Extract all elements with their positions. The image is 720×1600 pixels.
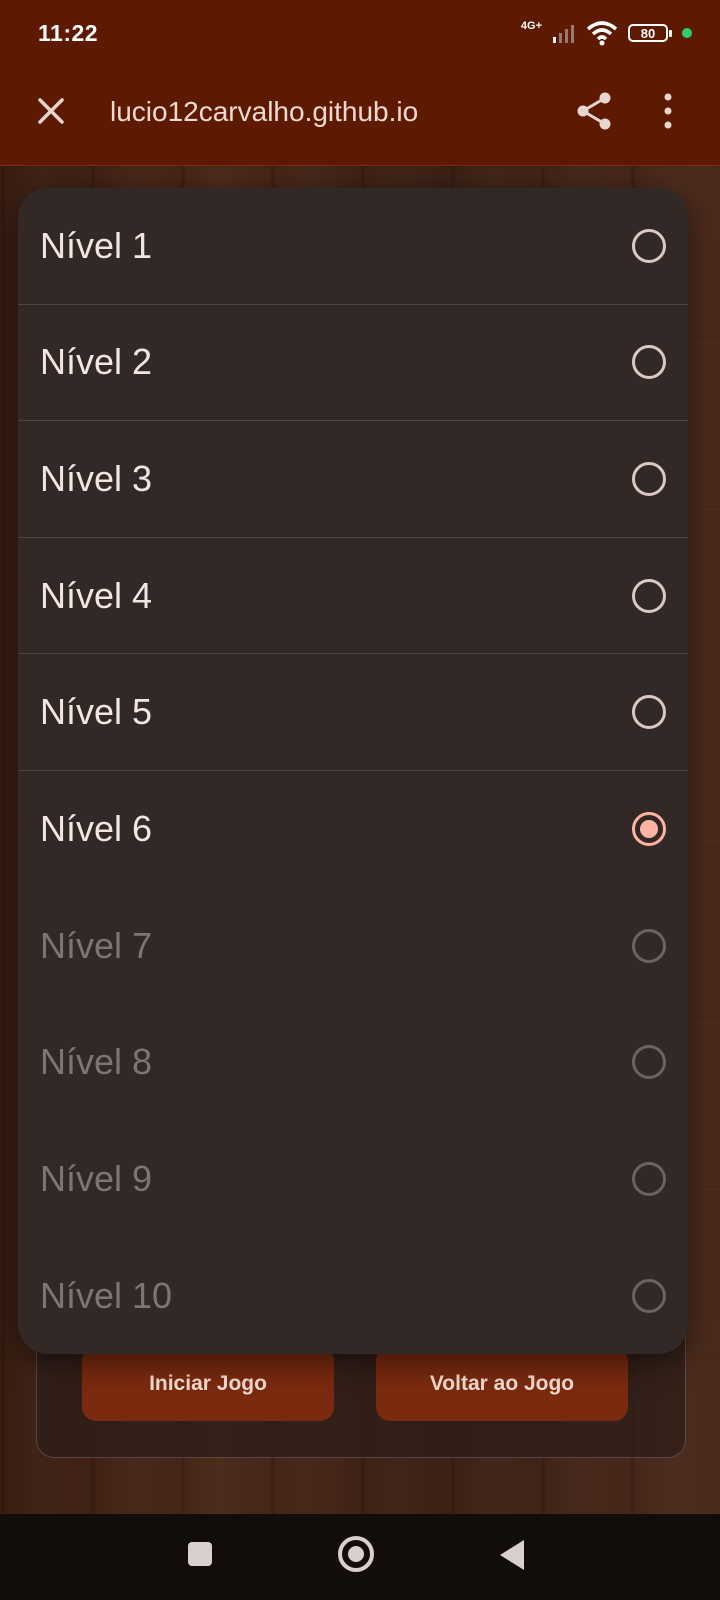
level-option-10: Nível 10 — [18, 1237, 688, 1354]
level-label: Nível 4 — [40, 574, 153, 616]
level-select-dialog: Nível 1 Nível 2 Nível 3 Nível 4 Nível 5 … — [18, 188, 688, 1354]
start-game-button[interactable]: Iniciar Jogo — [82, 1347, 334, 1421]
level-label: Nível 1 — [40, 224, 153, 266]
level-label: Nível 2 — [40, 341, 153, 383]
radio-icon[interactable] — [632, 461, 666, 496]
status-icons: 4G+ 80 — [521, 18, 692, 48]
radio-icon[interactable] — [632, 228, 666, 263]
level-option-2[interactable]: Nível 2 — [18, 305, 688, 422]
system-nav-bar — [0, 1514, 720, 1600]
level-option-3[interactable]: Nível 3 — [18, 421, 688, 538]
level-label: Nível 7 — [40, 924, 153, 966]
level-option-8: Nível 8 — [18, 1004, 688, 1121]
level-option-9: Nível 9 — [18, 1121, 688, 1238]
privacy-dot-icon — [682, 28, 692, 38]
home-icon[interactable] — [338, 1536, 374, 1572]
level-option-7: Nível 7 — [18, 888, 688, 1005]
radio-icon[interactable] — [632, 695, 666, 730]
share-icon[interactable] — [572, 88, 618, 134]
status-bar: 11:22 4G+ 80 — [0, 0, 720, 66]
signal-icon — [553, 25, 574, 43]
battery-indicator: 80 — [628, 24, 672, 42]
level-label: Nível 5 — [40, 691, 153, 733]
browser-toolbar: lucio12carvalho.github.io — [0, 66, 720, 166]
level-option-5[interactable]: Nível 5 — [18, 654, 688, 771]
more-vert-icon[interactable] — [648, 88, 688, 134]
close-icon[interactable] — [28, 88, 74, 134]
radio-icon — [632, 1045, 666, 1080]
level-option-6[interactable]: Nível 6 — [18, 771, 688, 888]
url-text[interactable]: lucio12carvalho.github.io — [110, 96, 418, 128]
level-option-1[interactable]: Nível 1 — [18, 188, 688, 305]
level-label: Nível 3 — [40, 457, 153, 499]
status-time: 11:22 — [38, 20, 99, 46]
level-option-4[interactable]: Nível 4 — [18, 538, 688, 655]
level-label: Nível 8 — [40, 1041, 153, 1083]
radio-icon — [632, 1162, 666, 1197]
back-icon[interactable] — [500, 1540, 524, 1570]
level-label: Nível 10 — [40, 1274, 173, 1316]
wifi-icon — [586, 21, 618, 46]
network-type: 4G+ — [520, 20, 542, 32]
level-label: Nível 6 — [40, 808, 153, 850]
back-to-game-button[interactable]: Voltar ao Jogo — [376, 1347, 628, 1421]
recents-icon[interactable] — [188, 1542, 212, 1566]
radio-icon[interactable] — [632, 345, 666, 380]
radio-icon — [632, 928, 666, 963]
radio-icon[interactable] — [632, 578, 666, 613]
level-label: Nível 9 — [40, 1158, 153, 1200]
radio-icon — [632, 1278, 666, 1313]
radio-checked-icon[interactable] — [632, 812, 666, 847]
